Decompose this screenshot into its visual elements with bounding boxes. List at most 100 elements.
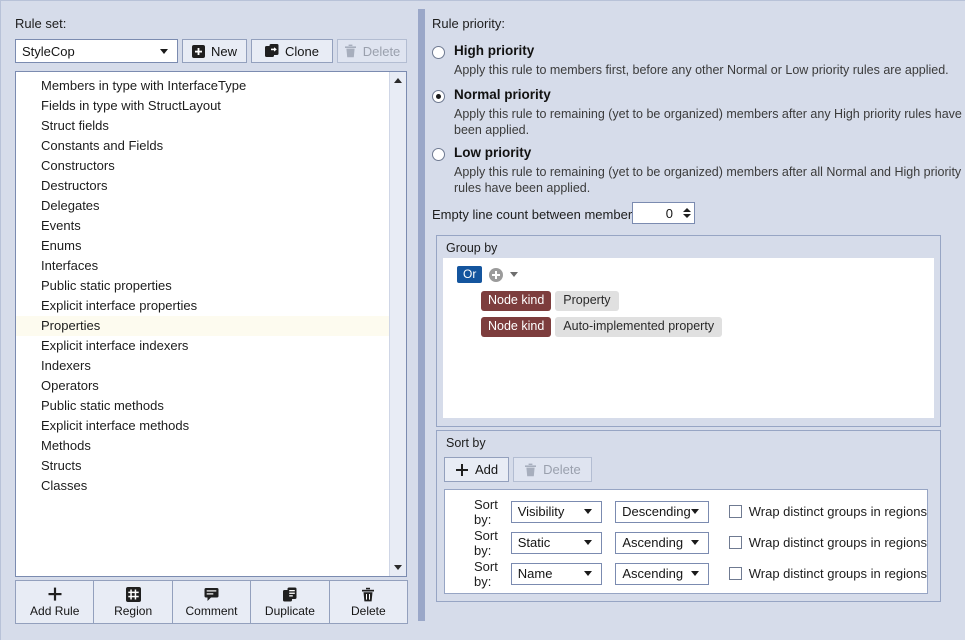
- list-item[interactable]: Methods: [16, 436, 390, 456]
- plus-icon: [455, 463, 469, 477]
- list-item[interactable]: Structs: [16, 456, 390, 476]
- radio-high-priority[interactable]: High priority: [432, 43, 534, 59]
- triangle-up-icon: [394, 78, 402, 83]
- chevron-down-icon: [690, 509, 699, 514]
- sort-direction-select[interactable]: Descending: [615, 500, 709, 523]
- rules-list: Members in type with InterfaceType Fields…: [16, 72, 390, 576]
- sort-delete-button[interactable]: Delete: [513, 457, 592, 482]
- sort-row: Sort by: Static Ascending Wrap distinct …: [445, 527, 927, 558]
- sort-add-button[interactable]: Add: [444, 457, 510, 482]
- radio-low-label: Low priority: [454, 145, 532, 160]
- stepper-down-icon[interactable]: [682, 214, 691, 218]
- comment-button[interactable]: Comment: [171, 580, 252, 624]
- radio-normal-priority[interactable]: Normal priority: [432, 87, 551, 103]
- wrap-regions-checkbox[interactable]: [728, 536, 742, 549]
- trash-icon: [361, 586, 375, 602]
- list-item[interactable]: Constructors: [16, 156, 390, 176]
- group-by-canvas[interactable]: Or Node kind Property Node kind Auto-imp…: [443, 258, 934, 418]
- list-item[interactable]: Classes: [16, 476, 390, 496]
- list-item[interactable]: Fields in type with StructLayout: [16, 96, 390, 116]
- list-item[interactable]: Interfaces: [16, 256, 390, 276]
- list-item[interactable]: Enums: [16, 236, 390, 256]
- sort-field-select[interactable]: Static: [510, 531, 603, 554]
- delete-rule-set-button[interactable]: Delete: [337, 39, 407, 63]
- duplicate-icon: [282, 586, 297, 602]
- condition-key-tag[interactable]: Node kind: [481, 317, 552, 337]
- delete-rule-button[interactable]: Delete: [328, 580, 409, 624]
- empty-line-count-value: 0: [665, 205, 673, 221]
- group-by-condition-row[interactable]: Node kind Property: [481, 291, 619, 311]
- sort-direction-select[interactable]: Ascending: [615, 531, 709, 554]
- sort-field-value: Name: [517, 566, 553, 581]
- condition-value-tag[interactable]: Auto-implemented property: [555, 317, 723, 337]
- rule-set-pane: Rule set: StyleCop New Clone Delete Memb…: [2, 2, 418, 640]
- sort-row-label: Sort by:: [474, 527, 498, 558]
- add-condition-icon[interactable]: [489, 267, 504, 282]
- hash-region-icon: [125, 586, 141, 602]
- chevron-down-icon: [690, 540, 699, 545]
- wrap-regions-checkbox[interactable]: [728, 567, 742, 580]
- chevron-down-icon: [584, 540, 593, 545]
- chevron-down-icon[interactable]: [510, 272, 519, 277]
- radio-low-priority[interactable]: Low priority: [432, 145, 531, 161]
- clone-icon: [265, 44, 279, 58]
- list-item[interactable]: Members in type with InterfaceType: [16, 76, 390, 96]
- sort-row: Sort by: Visibility Descending Wrap dist…: [445, 496, 927, 527]
- region-button[interactable]: Region: [93, 580, 173, 624]
- chevron-down-icon: [160, 48, 168, 54]
- delete-rule-label: Delete: [350, 604, 386, 618]
- radio-low-description: Apply this rule to remaining (yet to be …: [454, 165, 962, 195]
- stepper-up-icon[interactable]: [682, 208, 691, 212]
- comment-icon: [204, 586, 220, 602]
- list-item[interactable]: Operators: [16, 376, 390, 396]
- list-item[interactable]: Explicit interface properties: [16, 296, 390, 316]
- sort-row-label: Sort by:: [474, 496, 498, 527]
- rules-list-scrollbar[interactable]: [389, 72, 406, 576]
- sort-field-select[interactable]: Visibility: [510, 500, 603, 523]
- list-item[interactable]: Delegates: [16, 196, 390, 216]
- clone-rule-set-button[interactable]: Clone: [251, 39, 333, 63]
- sort-direction-select[interactable]: Ascending: [615, 562, 709, 585]
- stepper-arrows[interactable]: [679, 203, 694, 223]
- list-item[interactable]: Struct fields: [16, 116, 390, 136]
- list-item[interactable]: Constants and Fields: [16, 136, 390, 156]
- list-item[interactable]: Properties: [16, 316, 390, 336]
- add-rule-button[interactable]: Add Rule: [15, 580, 95, 624]
- list-item[interactable]: Indexers: [16, 356, 390, 376]
- wrap-regions-label: Wrap distinct groups in regions: [748, 566, 927, 581]
- chevron-down-icon: [584, 571, 593, 576]
- list-item[interactable]: Public static methods: [16, 396, 390, 416]
- sort-field-select[interactable]: Name: [510, 562, 603, 585]
- duplicate-label: Duplicate: [264, 604, 315, 618]
- radio-normal-label: Normal priority: [454, 87, 551, 102]
- operator-badge[interactable]: Or: [457, 266, 483, 283]
- wrap-regions-label: Wrap distinct groups in regions: [748, 535, 927, 550]
- list-item[interactable]: Events: [16, 216, 390, 236]
- list-item[interactable]: Explicit interface methods: [16, 416, 390, 436]
- rule-set-combobox[interactable]: StyleCop: [15, 39, 178, 63]
- chevron-down-icon: [584, 509, 593, 514]
- duplicate-button[interactable]: Duplicate: [250, 580, 330, 624]
- list-item[interactable]: Destructors: [16, 176, 390, 196]
- sort-direction-value: Descending: [622, 504, 691, 519]
- group-by-operator-row[interactable]: Or: [457, 266, 519, 283]
- sort-row-label: Sort by:: [474, 558, 498, 589]
- wrap-regions-checkbox[interactable]: [728, 505, 742, 518]
- radio-button-normal[interactable]: [432, 90, 445, 103]
- pane-splitter[interactable]: [418, 9, 425, 621]
- radio-button-low[interactable]: [432, 148, 445, 161]
- list-item[interactable]: Public static properties: [16, 276, 390, 296]
- plus-square-icon: [191, 44, 205, 58]
- new-rule-set-button[interactable]: New: [182, 39, 247, 63]
- condition-value-tag[interactable]: Property: [555, 291, 619, 311]
- region-label: Region: [114, 604, 153, 618]
- condition-key-tag[interactable]: Node kind: [481, 291, 552, 311]
- scroll-down-button[interactable]: [390, 559, 406, 576]
- list-item[interactable]: Explicit interface indexers: [16, 336, 390, 356]
- scroll-up-button[interactable]: [390, 72, 406, 89]
- sort-direction-value: Ascending: [622, 566, 684, 581]
- radio-button-high[interactable]: [432, 46, 445, 59]
- group-by-condition-row[interactable]: Node kind Auto-implemented property: [481, 317, 723, 337]
- empty-line-count-stepper[interactable]: 0: [632, 202, 695, 224]
- rules-listbox[interactable]: Members in type with InterfaceType Fields…: [15, 71, 407, 577]
